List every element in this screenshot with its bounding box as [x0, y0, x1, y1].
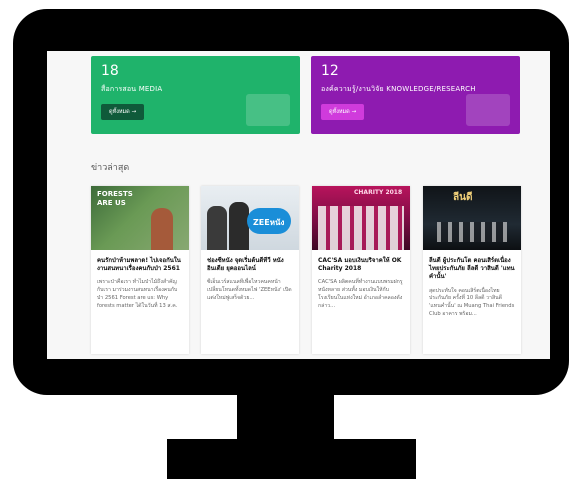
news-section-title: ข่าวล่าสุด: [91, 163, 130, 173]
news-card-zee[interactable]: ZEEหนัง ช่องซีหนัง จุดเริ่มต้นดีทีวี หนั…: [201, 186, 299, 354]
group-photo: [318, 206, 404, 250]
concert-logo-text: ลีนดี: [453, 192, 473, 203]
news-card-forests[interactable]: FORESTS ARE US คนรักป่าห้ามพลาด! ไปเจอกั…: [91, 186, 189, 354]
media-view-all-button[interactable]: ดูทั้งหมด →: [101, 104, 145, 120]
media-label: สื่อการสอน MEDIA: [101, 85, 163, 93]
person-figure: [207, 206, 227, 250]
news-excerpt: เพราะป่าคือเรา ทำไมป่าไม้ถึงสำคัญกับเรา …: [97, 279, 178, 309]
media-icon: [246, 94, 290, 126]
knowledge-label: องค์ความรู้/งานวิจัย KNOWLEDGE/RESEARCH: [321, 85, 476, 93]
news-image-forests: FORESTS ARE US: [91, 186, 189, 250]
news-excerpt: ซีเอ็นเวร์สแนลทีเพื่อไหวคนคหน้าเปลี่ยนโห…: [207, 279, 292, 301]
charity-banner-text: CHARITY 2018: [354, 189, 403, 196]
news-image-concert: ลีนดี: [423, 186, 521, 250]
screen: 18 สื่อการสอน MEDIA ดูทั้งหมด → 12 องค์ค…: [47, 51, 550, 359]
folder-icon: [466, 94, 510, 126]
news-title: คนรักป่าห้ามพลาด! ไปเจอกันในงานสนทนาเรื่…: [97, 257, 181, 273]
news-excerpt: สุดประทับใจ คอนเสิร์ตเนื่องไทยประกันภัย …: [429, 287, 515, 317]
news-card-charity[interactable]: CHARITY 2018 CAC'SA มอบเงินบริจาคให้ OK …: [312, 186, 410, 354]
news-image-zee: ZEEหนัง: [201, 186, 299, 250]
person-figure: [229, 202, 249, 250]
news-card-concert[interactable]: ลีนดี ลีนดี ผู้ประกันโต คอนเสิร์ตเนื่องไ…: [423, 186, 521, 354]
monitor-frame: 18 สื่อการสอน MEDIA ดูทั้งหมด → 12 องค์ค…: [13, 9, 569, 395]
news-excerpt: CAC'SA ผลิตคนที่ทำงานแบบพรมฝกรูหนังหลาย …: [318, 279, 403, 309]
monitor-stand-base: [167, 439, 416, 479]
zee-logo-text: ZEEหนัง: [253, 218, 285, 227]
news-image-caption: FORESTS ARE US: [97, 190, 133, 207]
knowledge-stat-card[interactable]: 12 องค์ความรู้/งานวิจัย KNOWLEDGE/RESEAR…: [311, 56, 520, 134]
monitor-stand-neck: [237, 395, 334, 439]
knowledge-view-all-button[interactable]: ดูทั้งหมด →: [321, 104, 365, 120]
stage-performers: [437, 222, 507, 242]
media-stat-card[interactable]: 18 สื่อการสอน MEDIA ดูทั้งหมด →: [91, 56, 300, 134]
news-image-charity: CHARITY 2018: [312, 186, 410, 250]
knowledge-count: 12: [321, 63, 339, 79]
media-count: 18: [101, 63, 119, 79]
news-title: CAC'SA มอบเงินบริจาคให้ OK Charity 2018: [318, 257, 402, 273]
news-title: ลีนดี ผู้ประกันโต คอนเสิร์ตเนื่องไทยประก…: [429, 257, 515, 281]
person-figure: [151, 208, 173, 250]
news-title: ช่องซีหนัง จุดเริ่มต้นดีทีวี หนังอินเดีย…: [207, 257, 284, 273]
